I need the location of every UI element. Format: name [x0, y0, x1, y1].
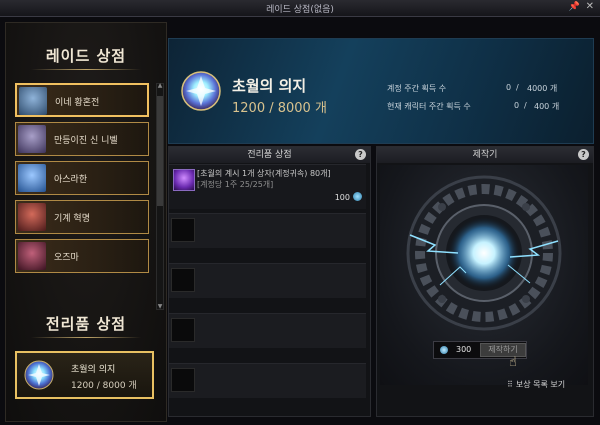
header-divider — [31, 69, 141, 70]
empty-slot-box — [171, 368, 195, 392]
item-title: [초월의 계시 1개 상자(계정귀속) 80개] — [197, 169, 331, 178]
trophy-shop-button[interactable]: 초월의 의지 1200 / 8000 개 — [15, 351, 154, 399]
trophy-shop-header: 전리품 상점 — [6, 313, 166, 338]
shop-item[interactable]: [초월의 계시 1개 상자(계정귀속) 80개] [계정당 1주 25/25개]… — [169, 164, 366, 209]
trophy-shop-panel: 전리품 상점 ? [초월의 계시 1개 상자(계정귀속) 80개] [계정당 1… — [168, 146, 371, 417]
list-icon: ⠿ — [507, 380, 513, 389]
raid-portrait-4 — [18, 242, 46, 270]
trophy-shop-title: 전리품 상점 — [45, 315, 127, 333]
help-icon[interactable]: ? — [578, 149, 589, 160]
raid-list: 이네 황혼전 만등이진 신 니벨 아스라한 기계 혁명 오즈마 — [15, 83, 155, 278]
raid-portrait-1 — [18, 125, 46, 153]
currency-banner: 초월의 의지 1200 / 8000 개 계정 주간 획득 수 0 / 4000… — [168, 38, 594, 144]
character-weekly-sep: / — [524, 101, 527, 110]
title-bar: 레이드 상점(없음) 📌 ✕ — [0, 0, 600, 17]
raid-label-1: 만등이진 신 니벨 — [54, 136, 118, 146]
account-weekly-sep: / — [516, 83, 519, 92]
window-title: 레이드 상점(없음) — [266, 5, 334, 15]
scroll-down-icon[interactable]: ▼ — [157, 304, 163, 310]
hand-cursor-icon: ☝ — [509, 355, 517, 370]
raid-item-0[interactable]: 이네 황혼전 — [15, 83, 149, 117]
scroll-thumb[interactable] — [157, 96, 163, 206]
empty-shop-slot — [169, 263, 366, 298]
raid-label-3: 기계 혁명 — [54, 214, 90, 224]
account-weekly-stat: 계정 주간 획득 수 0 / 4000 개 — [387, 83, 587, 94]
trophy-count: 1200 / 8000 개 — [71, 381, 137, 391]
transcendence-orb-icon — [24, 360, 54, 390]
craft-button[interactable]: 제작하기 — [480, 343, 526, 357]
workbench-panel: 제작기 ? 300 제작하기 ☝ ⠿ 보상 목록 보기 — [376, 146, 594, 417]
raid-item-2[interactable]: 아스라한 — [15, 161, 149, 195]
raid-item-4[interactable]: 오즈마 — [15, 239, 149, 273]
banner-currency-name: 초월의 의지 — [232, 77, 307, 95]
header-divider — [31, 337, 141, 338]
account-weekly-current: 0 — [506, 83, 512, 92]
reward-list-label: 보상 목록 보기 — [515, 380, 566, 389]
left-sidebar: 레이드 상점 이네 황혼전 만등이진 신 니벨 아스라한 기계 혁명 오즈마 ▲… — [5, 22, 167, 422]
raid-label-0: 이네 황혼전 — [55, 98, 100, 108]
raid-shop-header: 레이드 상점 — [6, 45, 166, 70]
close-icon[interactable]: ✕ — [586, 1, 594, 12]
empty-slot-box — [171, 318, 195, 342]
raid-shop-title: 레이드 상점 — [45, 47, 127, 65]
account-weekly-max: 4000 개 — [527, 84, 558, 93]
currency-orb-icon — [440, 346, 448, 354]
reward-list-link[interactable]: ⠿ 보상 목록 보기 — [507, 379, 565, 390]
currency-orb-icon — [353, 192, 362, 201]
account-weekly-label: 계정 주간 획득 수 — [387, 84, 447, 93]
empty-shop-slot — [169, 363, 366, 398]
raid-item-3[interactable]: 기계 혁명 — [15, 200, 149, 234]
pin-icon[interactable]: 📌 — [569, 2, 580, 12]
character-weekly-stat: 현재 캐릭터 주간 획득 수 0 / 400 개 — [387, 101, 587, 112]
character-weekly-label: 현재 캐릭터 주간 획득 수 — [387, 102, 471, 111]
raid-portrait-0 — [19, 87, 47, 115]
craft-cost: 300 — [456, 345, 472, 354]
help-icon[interactable]: ? — [355, 149, 366, 160]
empty-shop-slot — [169, 213, 366, 248]
trophy-name: 초월의 의지 — [71, 365, 116, 375]
transcendence-orb-icon — [181, 71, 221, 111]
item-limit: [계정당 1주 25/25개] — [197, 180, 274, 189]
empty-slot-box — [171, 268, 195, 292]
item-price: 100 — [334, 193, 350, 202]
raid-item-1[interactable]: 만등이진 신 니벨 — [15, 122, 149, 156]
raid-portrait-3 — [18, 203, 46, 231]
item-box-icon — [173, 169, 195, 191]
banner-currency-count: 1200 / 8000 개 — [232, 101, 327, 116]
trophy-shop-panel-title: 전리품 상점 — [247, 150, 292, 160]
empty-shop-slot — [169, 313, 366, 348]
empty-slot-box — [171, 218, 195, 242]
raid-portrait-2 — [18, 164, 46, 192]
raid-list-scrollbar[interactable]: ▲ ▼ — [156, 83, 164, 310]
trophy-shop-panel-header: 전리품 상점 ? — [169, 147, 370, 163]
raid-label-4: 오즈마 — [54, 253, 79, 263]
raid-label-2: 아스라한 — [54, 175, 88, 185]
character-weekly-current: 0 — [514, 101, 520, 110]
character-weekly-max: 400 개 — [534, 102, 560, 111]
workbench-title: 제작기 — [472, 150, 498, 160]
workbench-panel-header: 제작기 ? — [377, 147, 593, 163]
scroll-up-icon[interactable]: ▲ — [157, 83, 163, 89]
